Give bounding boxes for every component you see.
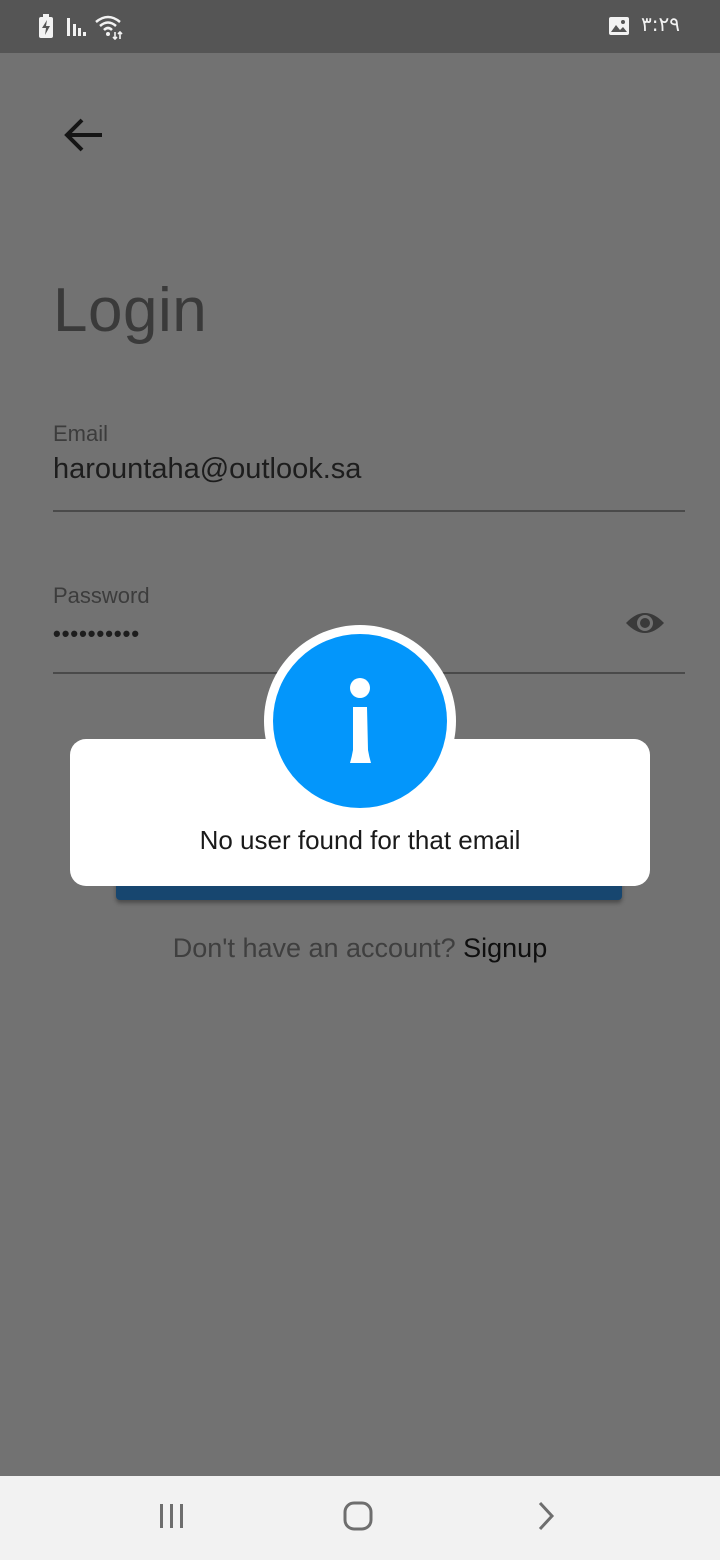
page-title: Login — [53, 276, 208, 345]
signal-icon — [66, 14, 88, 43]
navigation-bar — [0, 1476, 720, 1560]
eye-icon — [625, 609, 665, 642]
recents-button[interactable] — [142, 1498, 202, 1538]
email-label: Email — [53, 421, 109, 446]
recents-icon — [157, 1502, 187, 1535]
back-chevron-icon — [536, 1501, 556, 1536]
back-button[interactable] — [56, 113, 112, 161]
info-icon — [273, 634, 447, 808]
status-time: ٣:٢٩ — [641, 12, 680, 36]
signup-row: Don't have an account? Signup — [0, 933, 720, 964]
login-screen: Login Email harountaha@outlook.sa Passwo… — [0, 53, 720, 1476]
dialog-message: No user found for that email — [199, 825, 521, 855]
wifi-icon — [94, 14, 124, 45]
battery-charging-icon — [38, 14, 54, 43]
password-input[interactable]: •••••••••• — [53, 621, 140, 647]
email-field[interactable]: Email harountaha@outlook.sa — [53, 421, 685, 512]
signup-prompt: Don't have an account? — [172, 933, 456, 963]
home-icon — [342, 1500, 374, 1537]
back-nav-button[interactable] — [516, 1498, 576, 1538]
signup-link[interactable]: Signup — [463, 933, 547, 963]
home-button[interactable] — [328, 1498, 388, 1538]
status-bar: ٣:٢٩ — [0, 0, 720, 53]
email-input[interactable]: harountaha@outlook.sa — [53, 453, 361, 486]
image-notification-icon — [608, 16, 630, 41]
dialog-info-badge — [264, 625, 456, 817]
password-label: Password — [53, 583, 150, 608]
password-visibility-toggle[interactable] — [623, 607, 667, 643]
arrow-left-icon — [62, 115, 106, 160]
